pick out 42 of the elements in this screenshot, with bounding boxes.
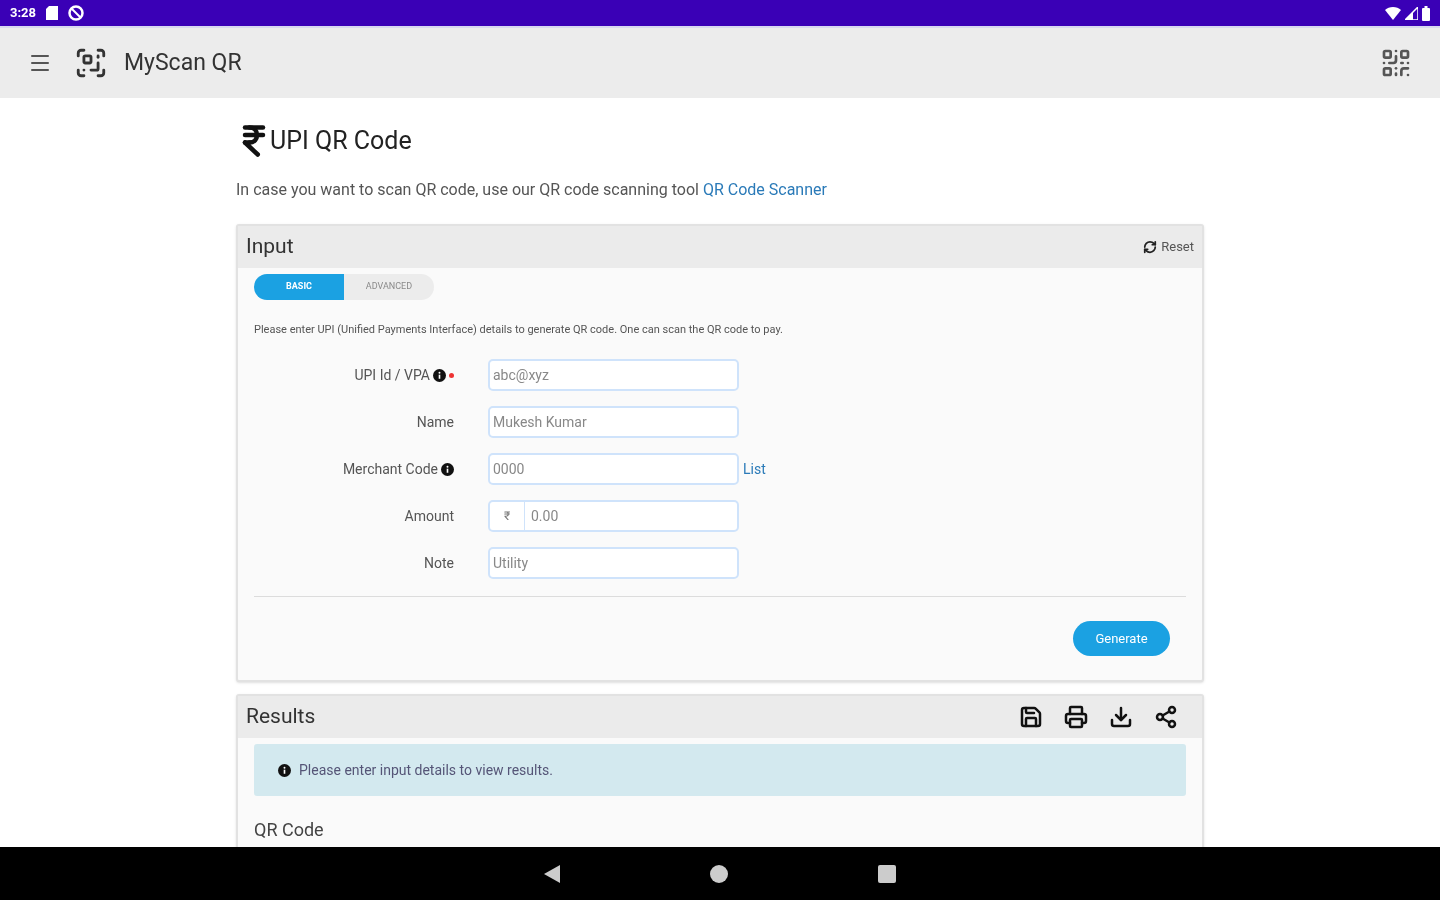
- currency-prefix: ₹: [488, 500, 525, 532]
- qr-code-button[interactable]: [1380, 47, 1412, 79]
- info-icon: [278, 763, 291, 777]
- wifi-icon: [1385, 6, 1401, 20]
- generate-button[interactable]: Generate: [1073, 621, 1170, 656]
- signal-icon: [1405, 6, 1418, 20]
- reset-button[interactable]: Reset: [1143, 236, 1194, 257]
- mode-tab[interactable]: BASIC: [254, 273, 344, 300]
- print-icon[interactable]: [1064, 705, 1088, 729]
- text-field[interactable]: Utility: [488, 547, 739, 579]
- refresh-icon: [1143, 239, 1158, 254]
- text-field[interactable]: Mukesh Kumar: [488, 406, 739, 438]
- scanner-link[interactable]: QR Code Scanner: [702, 179, 827, 199]
- description-text: Please enter UPI (Unified Payments Interface) details to generate QR code. One can scan the QR code to pay.: [254, 321, 784, 338]
- mode-tab[interactable]: ADVANCED: [344, 273, 434, 300]
- download-icon[interactable]: [1109, 705, 1133, 729]
- blocked-icon: [68, 5, 85, 21]
- field-label: Merchant Code: [342, 459, 438, 479]
- back-icon[interactable]: [544, 864, 560, 883]
- amount-field[interactable]: 0.00: [525, 500, 739, 532]
- recents-icon[interactable]: [878, 864, 896, 883]
- home-icon[interactable]: [710, 864, 728, 883]
- alert-message: Please enter input details to view results.: [299, 760, 553, 780]
- field-label: Amount: [404, 506, 454, 526]
- list-link[interactable]: List: [743, 458, 766, 480]
- save-icon[interactable]: [1019, 705, 1043, 729]
- field-label: Note: [424, 553, 454, 573]
- share-icon[interactable]: [1154, 705, 1178, 729]
- app-title: MyScan QR: [124, 47, 242, 78]
- page-title: UPI QR Code: [270, 125, 412, 157]
- panel-title: Results: [246, 703, 316, 731]
- intro-text: In case you want to scan QR code, use our QR code scanning tool QR Code Scanner: [236, 178, 828, 201]
- field-label: Name: [416, 412, 454, 432]
- battery-icon: [1422, 5, 1430, 21]
- panel-title: Input: [246, 232, 294, 260]
- section-title: QR Code: [254, 818, 325, 842]
- qr-scan-icon: [74, 46, 108, 80]
- field-label: UPI Id / VPA: [354, 365, 430, 385]
- text-field[interactable]: abc@xyz: [488, 359, 739, 391]
- text-field[interactable]: 0000: [488, 453, 739, 485]
- sd-card-icon: [46, 6, 59, 20]
- status-time: 3:28: [10, 4, 37, 23]
